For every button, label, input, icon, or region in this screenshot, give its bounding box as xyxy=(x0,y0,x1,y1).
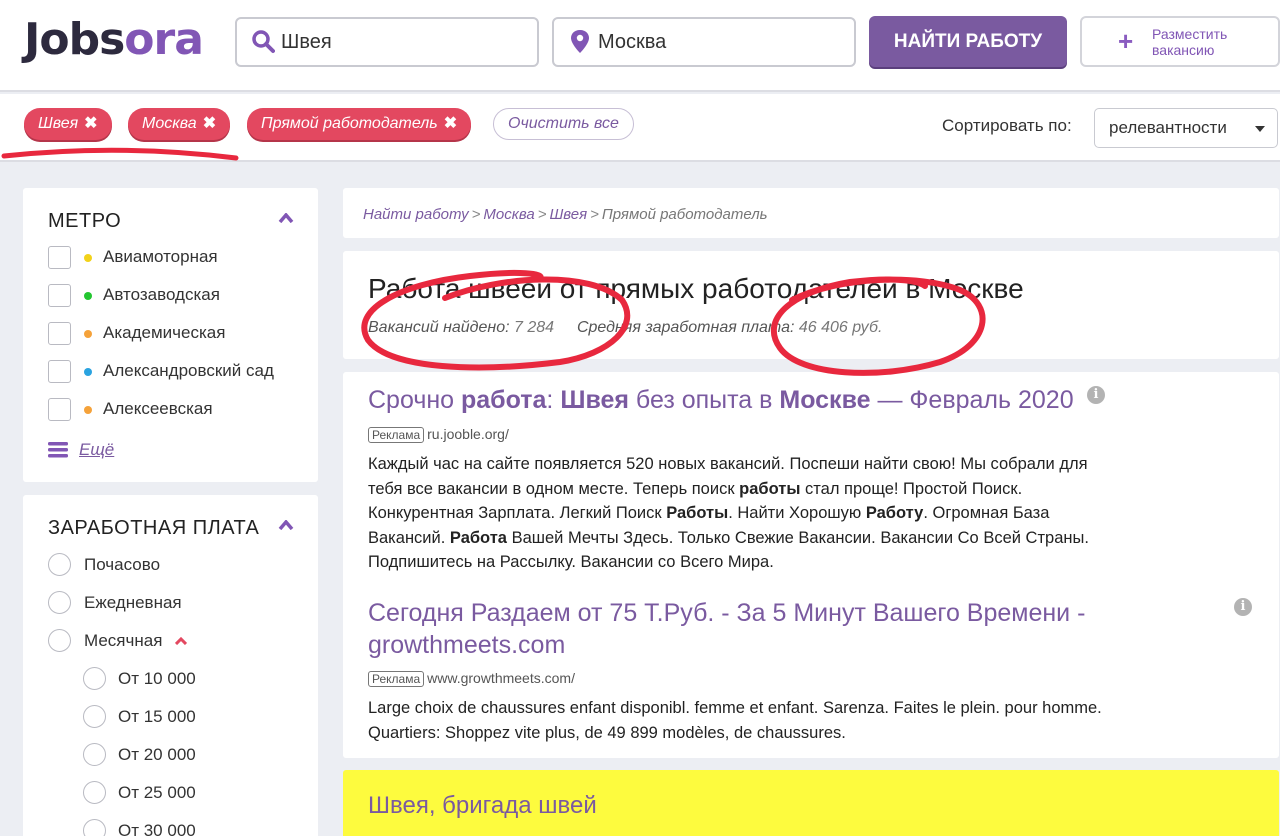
clear-all-button[interactable]: Очистить все xyxy=(493,108,634,140)
ad-url: ru.jooble.org/ xyxy=(427,426,509,442)
sort-label: Сортировать по: xyxy=(942,116,1072,135)
filter-bar: Швея ✖ Москва ✖ Прямой работодатель ✖ Очист… xyxy=(0,94,1280,162)
metro-line-dot xyxy=(84,406,92,414)
metro-line-dot xyxy=(84,368,92,376)
checkbox[interactable] xyxy=(48,246,71,269)
top-header: Jobsora НАЙТИ РАБОТУ + Разместить ваканс… xyxy=(0,0,1280,92)
collapse-chevron-icon[interactable] xyxy=(278,520,294,530)
job-title-link[interactable]: Швея, бригада швей xyxy=(368,792,597,820)
metro-title: МЕТРО xyxy=(48,210,122,232)
salary-sub-label: От 25 000 xyxy=(118,783,196,802)
list-icon xyxy=(48,442,68,458)
location-pin-icon xyxy=(571,30,589,53)
location-input[interactable] xyxy=(598,19,838,65)
salary-sub-label: От 15 000 xyxy=(118,707,196,726)
salary-option-label: Почасово xyxy=(84,555,161,574)
collapse-chevron-icon[interactable] xyxy=(278,213,294,223)
filter-chip-location[interactable]: Москва ✖ xyxy=(128,108,231,140)
salary-option-label: Месячная xyxy=(84,631,163,650)
metro-line-dot xyxy=(84,330,92,338)
search-icon xyxy=(252,30,275,53)
salary-option-label: Ежедневная xyxy=(84,593,182,612)
radio-from-20000[interactable] xyxy=(83,743,106,766)
radio-hourly[interactable] xyxy=(48,553,71,576)
location-field[interactable] xyxy=(552,17,856,67)
ad-title-link[interactable]: Срочно работа: Швея без опыта в Москве —… xyxy=(368,384,1074,416)
sort-select[interactable]: релевантности xyxy=(1094,108,1278,148)
radio-from-10000[interactable] xyxy=(83,667,106,690)
results-stats: Вакансий найдено: 7 284 Средняя заработн… xyxy=(368,319,883,336)
breadcrumb-link[interactable]: Найти работу xyxy=(363,206,469,223)
remove-icon[interactable]: ✖ xyxy=(444,115,457,132)
radio-from-15000[interactable] xyxy=(83,705,106,728)
vacancy-count: 7 284 xyxy=(514,319,555,336)
breadcrumb: Найти работу > Москва > Швея > Прямой работода… xyxy=(363,206,768,223)
filter-chip-employer[interactable]: Прямой работодатель ✖ xyxy=(247,108,472,140)
radio-monthly[interactable] xyxy=(48,629,71,652)
breadcrumb-card: Найти работу > Москва > Швея > Прямой работода… xyxy=(343,188,1279,238)
radio-from-30000[interactable] xyxy=(83,819,106,836)
salary-sub-label: От 10 000 xyxy=(118,669,196,688)
featured-job-card[interactable]: Швея, бригада швей xyxy=(343,770,1279,836)
post-vacancy-label-1: Разместить xyxy=(1152,26,1228,42)
remove-icon[interactable]: ✖ xyxy=(84,115,97,132)
salary-sub-label: От 30 000 xyxy=(118,821,196,836)
breadcrumb-current: Прямой работодатель xyxy=(601,206,768,223)
plus-icon: + xyxy=(1118,26,1134,56)
checkbox[interactable] xyxy=(48,284,71,307)
checkbox[interactable] xyxy=(48,322,71,345)
jobsora-logo[interactable]: Jobsora xyxy=(24,14,204,65)
ad-description: Large choix de chaussures enfant disponi… xyxy=(368,699,1102,742)
search-field[interactable] xyxy=(235,17,539,67)
ad-badge: Реклама xyxy=(368,671,425,687)
ads-card: Срочно работа: Швея без опыта в Москве —… xyxy=(343,372,1279,758)
dropdown-arrow-icon xyxy=(1255,126,1265,132)
ad-url: www.growthmeets.com/ xyxy=(427,670,575,686)
salary-sub-label: От 20 000 xyxy=(118,745,196,764)
expand-chevron-icon[interactable] xyxy=(175,637,187,645)
post-vacancy-label-2: вакансию xyxy=(1152,42,1215,58)
radio-daily[interactable] xyxy=(48,591,71,614)
filter-chip-query[interactable]: Швея ✖ xyxy=(24,108,112,140)
salary-title: ЗАРАБОТНАЯ ПЛАТА xyxy=(48,517,260,539)
average-salary: 46 406 руб. xyxy=(798,319,883,336)
ad-source: Реклама ru.jooble.org/ xyxy=(368,426,509,443)
ad-title-link[interactable]: Сегодня Раздаем от 75 Т.Руб. - За 5 Мину… xyxy=(368,597,1128,661)
metro-line-dot xyxy=(84,254,92,262)
remove-icon[interactable]: ✖ xyxy=(203,115,216,132)
page-title: Работа швеей от прямых работодателей в М… xyxy=(368,273,1024,304)
info-icon[interactable]: i xyxy=(1234,598,1252,616)
ad-source: Реклама www.growthmeets.com/ xyxy=(368,670,575,687)
ad-description: Каждый час на сайте появляется 520 новых… xyxy=(368,455,1089,571)
salary-filter-panel: ЗАРАБОТНАЯ ПЛАТА Почасово Ежедневная Мес… xyxy=(23,495,318,836)
metro-filter-panel: МЕТРО Авиамоторная Автозаводская Академи… xyxy=(23,188,318,482)
checkbox[interactable] xyxy=(48,360,71,383)
metro-line-dot xyxy=(84,292,92,300)
radio-from-25000[interactable] xyxy=(83,781,106,804)
results-header-card: Работа швеей от прямых работодателей в М… xyxy=(343,251,1279,359)
breadcrumb-link[interactable]: Москва xyxy=(483,206,534,223)
find-job-button[interactable]: НАЙТИ РАБОТУ xyxy=(869,16,1067,67)
post-vacancy-button[interactable]: + Разместить вакансию xyxy=(1080,16,1280,67)
search-input[interactable] xyxy=(281,19,521,65)
checkbox[interactable] xyxy=(48,398,71,421)
ad-badge: Реклама xyxy=(368,427,425,443)
breadcrumb-link[interactable]: Швея xyxy=(549,206,587,223)
info-icon[interactable]: i xyxy=(1087,386,1105,404)
